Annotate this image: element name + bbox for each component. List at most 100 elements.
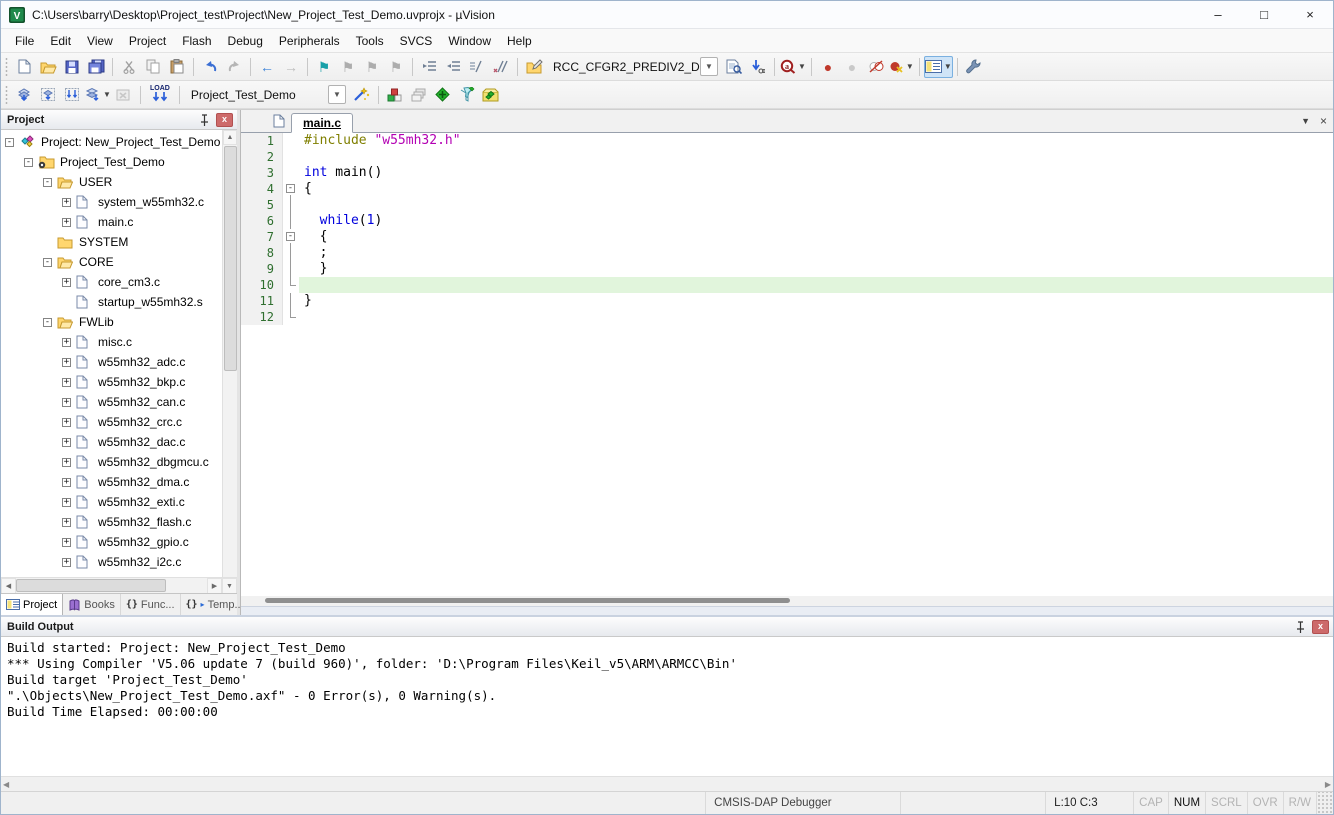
tree-expander-icon[interactable]: - (24, 157, 33, 167)
tree-expander-icon[interactable]: + (62, 477, 71, 487)
toolbar-grip[interactable] (4, 56, 9, 77)
find-menu-button[interactable]: a ▼ (779, 56, 807, 78)
code-line-9[interactable]: 9 } (241, 261, 1333, 277)
tree-item-w55mh32-gpio-c[interactable]: + w55mh32_gpio.c (1, 532, 222, 552)
close-button[interactable]: × (1287, 1, 1333, 28)
kill-all-breakpoints-button[interactable] (864, 56, 888, 78)
navigate-back-button[interactable]: ← (255, 56, 279, 78)
code-line-10[interactable]: 10 (241, 277, 1333, 293)
maximize-button[interactable]: □ (1241, 1, 1287, 28)
menu-flash[interactable]: Flash (174, 31, 219, 51)
dropdown-arrow-icon[interactable]: ▼ (944, 62, 952, 71)
scroll-left-icon[interactable]: ◀ (1, 578, 16, 594)
build-output-scrollbar[interactable]: ◀ ▶ (1, 776, 1333, 791)
pin-icon[interactable] (1292, 620, 1308, 634)
indent-button[interactable] (417, 56, 441, 78)
tree-item-w55mh32-i2c-c[interactable]: + w55mh32_i2c.c (1, 552, 222, 572)
dropdown-arrow-icon[interactable]: ▼ (798, 62, 806, 71)
tree-expander-icon[interactable]: + (62, 357, 71, 367)
tree-expander-icon[interactable]: - (43, 257, 52, 267)
disable-all-breakpoints-button[interactable]: ▼ (888, 56, 915, 78)
tree-expander-icon[interactable]: + (62, 417, 71, 427)
scrollbar-thumb[interactable] (224, 146, 237, 371)
scrollbar-thumb[interactable] (16, 579, 166, 592)
tab-close-icon[interactable]: × (1320, 115, 1327, 127)
panel-close-button[interactable]: x (1312, 619, 1329, 634)
scroll-up-icon[interactable]: ▲ (223, 130, 237, 145)
menu-svcs[interactable]: SVCS (392, 31, 441, 51)
menu-view[interactable]: View (79, 31, 121, 51)
bookmark-prev-button[interactable]: ⚑ (336, 56, 360, 78)
code-line-1[interactable]: 1 #include "w55mh32.h" (241, 133, 1333, 149)
tree-expander-icon[interactable]: + (62, 397, 71, 407)
scroll-left-icon[interactable]: ◀ (3, 780, 9, 789)
pin-icon[interactable] (196, 113, 212, 127)
tree-item-main-c[interactable]: + main.c (1, 212, 222, 232)
redo-button[interactable] (222, 56, 246, 78)
code-line-3[interactable]: 3 int main() (241, 165, 1333, 181)
tab-books[interactable]: Books (63, 594, 121, 615)
target-select-combobox[interactable]: Project_Test_Demo ▼ (188, 85, 346, 104)
tree-expander-icon[interactable]: + (62, 377, 71, 387)
tree-item-w55mh32-dac-c[interactable]: + w55mh32_dac.c (1, 432, 222, 452)
paste-button[interactable] (165, 56, 189, 78)
code-line-5[interactable]: 5 (241, 197, 1333, 213)
tab-functions[interactable]: {} Func... (121, 594, 181, 615)
resize-grip[interactable] (1317, 792, 1333, 814)
open-file-button[interactable] (36, 56, 60, 78)
tree-item-startup-w55mh32-s[interactable]: startup_w55mh32.s (1, 292, 222, 312)
toolbar-grip[interactable] (4, 84, 9, 105)
incremental-find-button[interactable] (746, 56, 770, 78)
menu-window[interactable]: Window (440, 31, 499, 51)
tree-item-project-test-demo[interactable]: - Project_Test_Demo (1, 152, 222, 172)
code-line-12[interactable]: 12 (241, 309, 1333, 325)
tree-item-w55mh32-crc-c[interactable]: + w55mh32_crc.c (1, 412, 222, 432)
tree-expander-icon[interactable]: - (5, 137, 14, 147)
save-button[interactable] (60, 56, 84, 78)
build-button[interactable] (36, 84, 60, 106)
combobox-dropdown-icon[interactable]: ▼ (700, 57, 718, 76)
tree-item-user[interactable]: - USER (1, 172, 222, 192)
scrollbar-thumb[interactable] (265, 598, 790, 603)
tree-item-w55mh32-exti-c[interactable]: + w55mh32_exti.c (1, 492, 222, 512)
code-line-4[interactable]: 4-{ (241, 181, 1333, 197)
navigate-forward-button[interactable]: → (279, 56, 303, 78)
tree-expander-icon[interactable]: + (62, 337, 71, 347)
cut-button[interactable] (117, 56, 141, 78)
scroll-down-icon[interactable]: ▼ (222, 578, 237, 594)
configure-button[interactable] (962, 56, 986, 78)
find-in-files-button[interactable] (522, 56, 546, 78)
project-horizontal-scrollbar[interactable]: ◀ ▶ ▼ (1, 577, 237, 594)
pack-installer-button[interactable] (479, 84, 503, 106)
tree-expander-icon[interactable]: + (62, 217, 71, 227)
editor-tab-main-c[interactable]: main.c (291, 113, 354, 133)
symbol-search-value[interactable]: RCC_CFGR2_PREDIV2_DIV (550, 58, 700, 76)
new-file-button[interactable] (12, 56, 36, 78)
tree-item-core-cm3-c[interactable]: + core_cm3.c (1, 272, 222, 292)
window-layout-button[interactable]: ▼ (923, 55, 953, 78)
fold-collapse-icon[interactable]: - (283, 229, 299, 245)
tree-item-w55mh32-dma-c[interactable]: + w55mh32_dma.c (1, 472, 222, 492)
target-select-value[interactable]: Project_Test_Demo (188, 86, 328, 104)
disable-breakpoint-button[interactable]: ● (840, 56, 864, 78)
tree-item-system-w55mh32-c[interactable]: + system_w55mh32.c (1, 192, 222, 212)
select-software-packs-button[interactable] (431, 84, 455, 106)
rebuild-button[interactable] (60, 84, 84, 106)
tree-expander-icon[interactable]: + (62, 537, 71, 547)
bookmark-clear-button[interactable]: ⚑ (384, 56, 408, 78)
tree-expander-icon[interactable]: + (62, 457, 71, 467)
tree-item-project-new-project-test-demo[interactable]: - Project: New_Project_Test_Demo (1, 132, 222, 152)
undo-button[interactable] (198, 56, 222, 78)
symbol-search-combobox[interactable]: RCC_CFGR2_PREDIV2_DIV ▼ (550, 57, 718, 76)
insert-breakpoint-button[interactable]: ● (816, 56, 840, 78)
tree-item-w55mh32-can-c[interactable]: + w55mh32_can.c (1, 392, 222, 412)
find-in-document-button[interactable] (722, 56, 746, 78)
code-line-2[interactable]: 2 (241, 149, 1333, 165)
menu-project[interactable]: Project (121, 31, 174, 51)
menu-file[interactable]: File (7, 31, 42, 51)
code-line-6[interactable]: 6 while(1) (241, 213, 1333, 229)
tree-expander-icon[interactable]: + (62, 497, 71, 507)
menu-edit[interactable]: Edit (42, 31, 79, 51)
tree-item-misc-c[interactable]: + misc.c (1, 332, 222, 352)
menu-tools[interactable]: Tools (348, 31, 392, 51)
